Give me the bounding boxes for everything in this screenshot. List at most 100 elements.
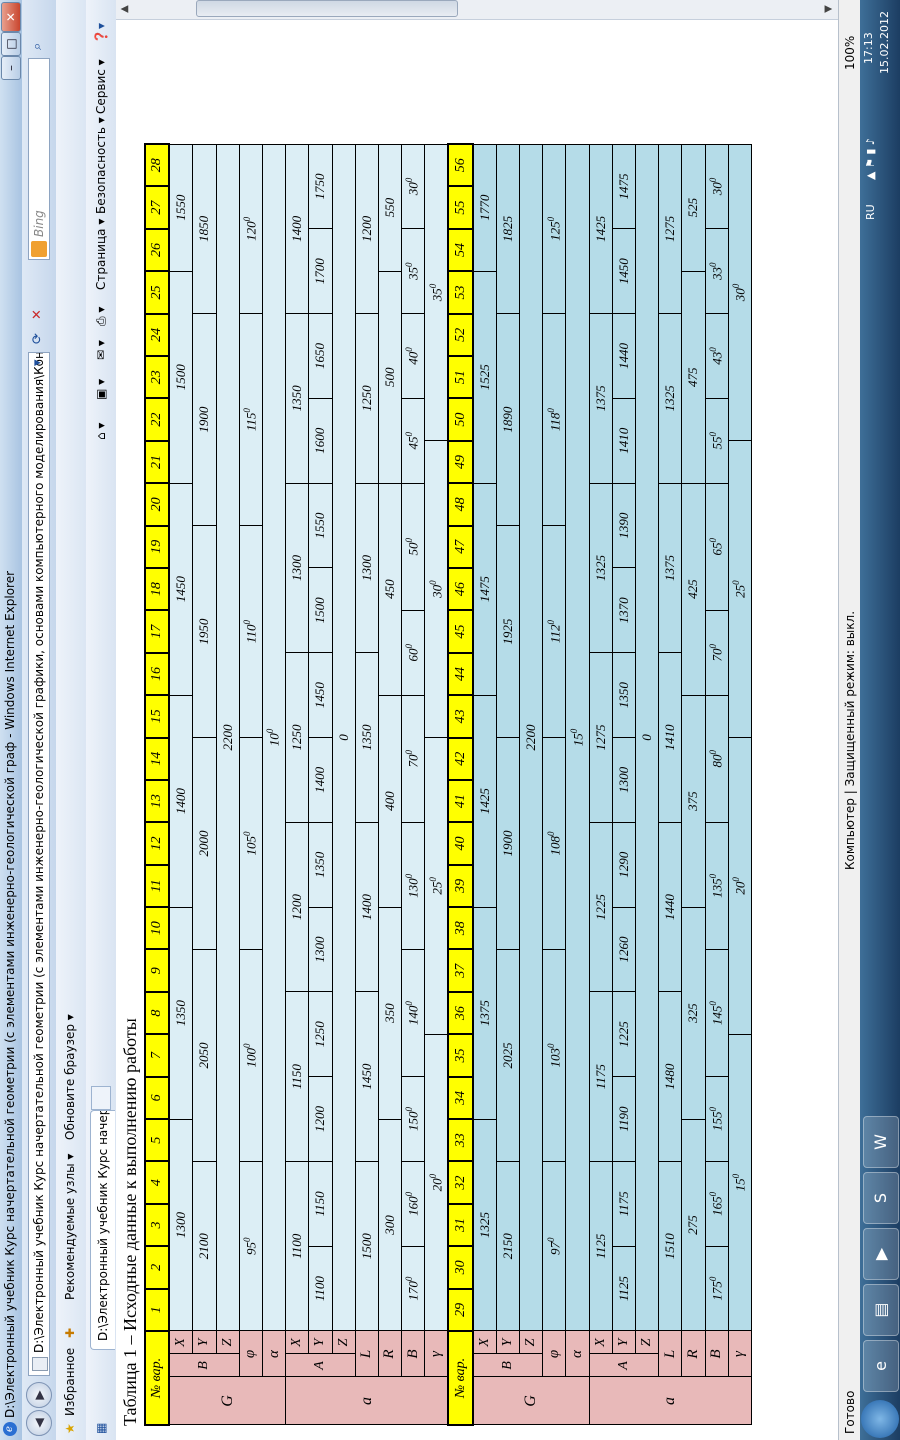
cell-value: 1400: [312, 766, 328, 793]
cell-value: 1440: [615, 343, 631, 370]
cell-value: 19: [149, 539, 165, 554]
mail-icon[interactable]: ✉ ▾: [94, 340, 108, 360]
variant-number: 12: [145, 822, 170, 865]
variant-number: 40: [448, 822, 473, 865]
zoom-level[interactable]: 100%: [843, 36, 857, 70]
value-cell: 1650: [308, 313, 332, 399]
add-favorites-icon[interactable]: ✚: [63, 1328, 77, 1338]
param-L-label: L: [355, 1331, 379, 1377]
favorites-button[interactable]: Избранное: [63, 1348, 77, 1416]
value-cell: 2100: [192, 1161, 217, 1331]
tray-icons[interactable]: ▲ ⚑ ▮ ♪: [864, 138, 877, 180]
value-cell: 1350: [169, 907, 193, 1120]
grid-icon[interactable]: ▦: [94, 1423, 108, 1434]
cell-value: 1950: [196, 618, 212, 645]
value-cell: 2050: [192, 949, 217, 1162]
variant-number: 22: [145, 398, 170, 441]
new-tab-button[interactable]: [91, 1086, 111, 1110]
degree-mark: 0: [404, 1276, 415, 1282]
search-box[interactable]: Bing: [28, 58, 50, 260]
cell-value: 1: [149, 1306, 165, 1314]
taskbar-skype-icon[interactable]: S: [863, 1172, 899, 1224]
cell-value: 1225: [615, 1021, 631, 1048]
cell-value: 135: [709, 878, 725, 898]
variant-number: 47: [448, 525, 473, 568]
search-icon[interactable]: ⌕: [30, 43, 45, 50]
cell-value: 45: [452, 624, 468, 639]
value-cell: 1150: [285, 991, 309, 1162]
variant-number: 50: [448, 398, 473, 441]
cell-value: 1500: [312, 597, 328, 624]
help-icon[interactable]: ❓▾: [94, 23, 108, 44]
menu-tools[interactable]: Сервис ▾: [94, 59, 108, 114]
cell-value: 175: [709, 1281, 725, 1301]
value-cell: 350: [378, 907, 402, 1120]
menu-page[interactable]: Страница ▾: [94, 219, 108, 290]
variant-number: 21: [145, 440, 170, 484]
scroll-thumb[interactable]: [196, 0, 458, 17]
title-bar: e D:\Электронный учебник Курс начертател…: [0, 0, 23, 1440]
feeds-icon[interactable]: ▣ ▾: [94, 379, 108, 400]
forward-button[interactable]: ▶: [26, 1382, 52, 1408]
address-field[interactable]: D:\Электронный учебник Курс начертательн…: [28, 352, 50, 1376]
taskbar-ie-icon[interactable]: e: [863, 1340, 899, 1392]
suggested-sites-link[interactable]: Рекомендуемые узлы ▾: [63, 1154, 77, 1300]
dropdown-arrow-icon[interactable]: ▾: [30, 359, 45, 366]
cell-value: 1475: [476, 576, 492, 603]
cell-value: 20: [149, 497, 165, 512]
start-button[interactable]: [861, 1400, 899, 1438]
stop-icon[interactable]: ✕: [30, 309, 45, 320]
scroll-up-icon[interactable]: ▲: [116, 0, 134, 19]
minimize-button[interactable]: –: [1, 56, 21, 80]
cell-value: 15: [149, 709, 165, 724]
scroll-down-icon[interactable]: ▼: [820, 0, 838, 19]
degree-mark: 0: [731, 580, 742, 585]
taskbar-media-icon[interactable]: ▶: [863, 1228, 899, 1280]
close-button[interactable]: ✕: [1, 2, 21, 32]
refresh-icon[interactable]: ⟳: [30, 333, 45, 344]
maximize-button[interactable]: □: [1, 32, 21, 56]
cell-value: 2200: [219, 724, 235, 751]
cell-value: 1440: [662, 894, 678, 921]
cell-value: 2: [149, 1263, 165, 1271]
print-icon[interactable]: ⎙ ▾: [94, 307, 109, 326]
cell-value: 1425: [592, 215, 608, 242]
value-cell: 1600: [401, 1161, 425, 1247]
menu-safety[interactable]: Безопасность ▾: [94, 117, 108, 214]
cell-value: 0: [335, 734, 351, 741]
tray-date[interactable]: 15.02.2012: [878, 11, 891, 74]
variant-number: 32: [448, 1161, 473, 1204]
value-cell: 1500: [169, 271, 193, 484]
tray-time[interactable]: 17:13: [862, 32, 875, 64]
cell-value: 18: [149, 582, 165, 597]
back-button[interactable]: ◀: [26, 1410, 52, 1436]
value-cell: 1325: [472, 1119, 497, 1331]
value-cell: 1200: [239, 144, 263, 314]
cell-value: G: [522, 1395, 540, 1407]
home-icon[interactable]: ⌂ ▾: [94, 423, 108, 440]
value-cell: 1500: [401, 1076, 425, 1162]
tab-active[interactable]: D:\Электронный учебник Курс начертательн…: [90, 1110, 115, 1350]
value-cell: 700: [401, 695, 425, 823]
update-browser-link[interactable]: Обновите браузер ▾: [63, 1014, 77, 1140]
value-cell: 2200: [216, 144, 240, 1331]
degree-mark: 0: [242, 620, 253, 625]
cell-value: 1250: [289, 724, 305, 751]
cell-value: 1375: [476, 1000, 492, 1027]
cell-value: γ: [731, 1351, 748, 1357]
value-cell: 1410: [612, 398, 636, 484]
value-cell: 1475: [472, 483, 497, 696]
tray-language[interactable]: RU: [864, 204, 877, 220]
page-icon: [32, 1357, 48, 1371]
value-cell: 970: [542, 1161, 566, 1331]
variant-number: 54: [448, 228, 473, 272]
cell-value: 43: [452, 709, 468, 724]
variant-number: 29: [448, 1288, 473, 1331]
cell-value: 43: [709, 351, 725, 365]
taskbar-explorer-icon[interactable]: ▤: [863, 1284, 899, 1336]
value-cell: 1450: [705, 949, 729, 1077]
vertical-scrollbar[interactable]: ▲ ▼: [116, 0, 838, 20]
taskbar-word-icon[interactable]: W: [863, 1116, 899, 1168]
cell-value: 400: [381, 791, 397, 811]
cell-value: № вар.: [149, 1357, 165, 1399]
